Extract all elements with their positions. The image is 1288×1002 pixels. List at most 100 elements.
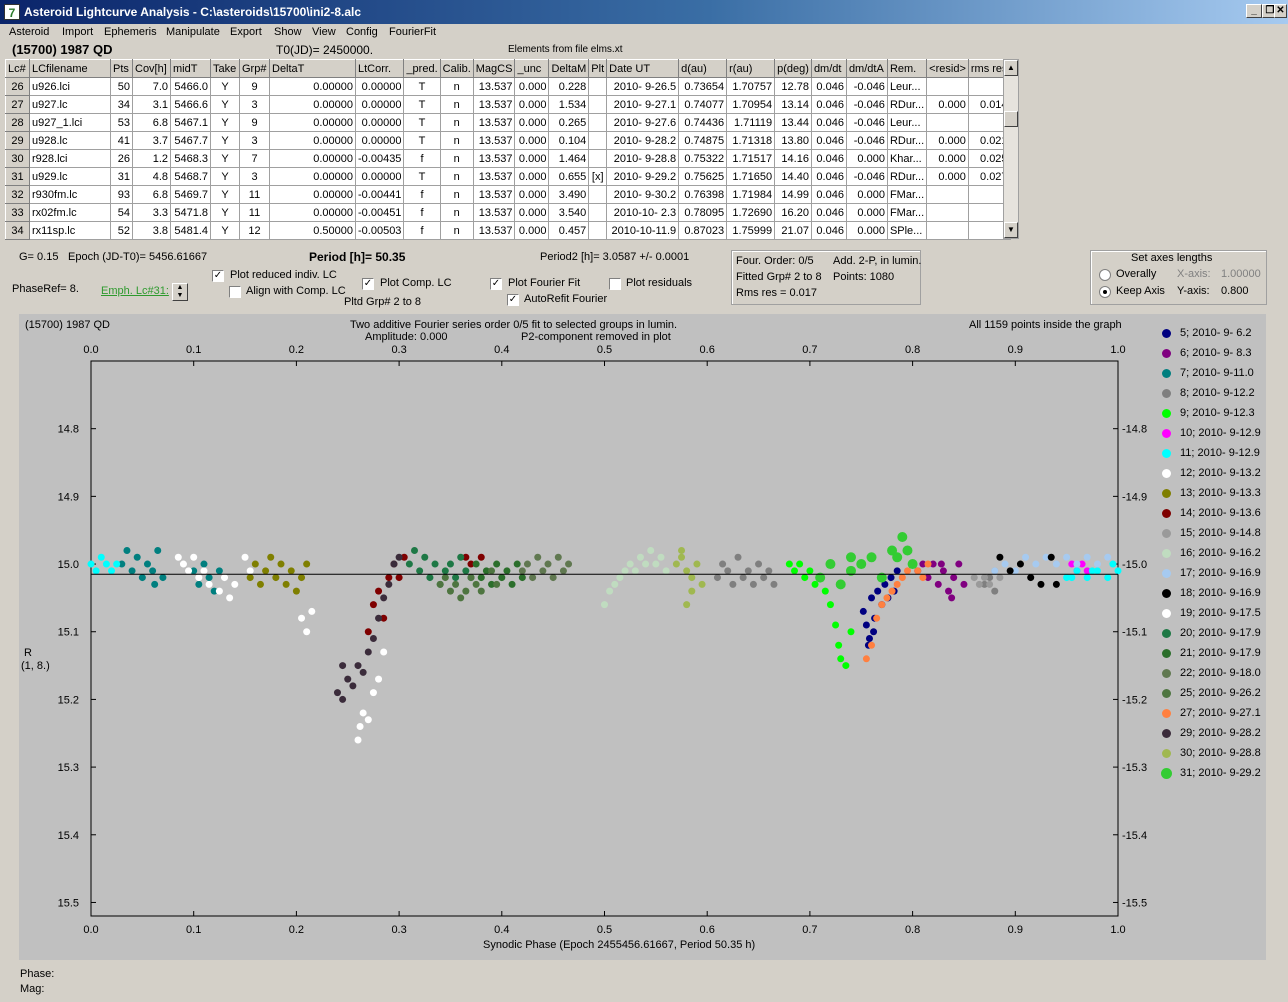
legend-label: 19; 2010- 9-17.5 — [1180, 607, 1261, 619]
legend-label: 14; 2010- 9-13.6 — [1180, 507, 1261, 519]
x-tick-label-bottom: 1.0 — [1110, 924, 1125, 936]
y-tick-label-right: -15.4 — [1122, 830, 1147, 842]
data-point — [785, 560, 793, 568]
data-point — [452, 574, 460, 582]
legend-marker — [1162, 569, 1171, 578]
data-point — [621, 567, 629, 575]
legend-marker — [1162, 509, 1171, 518]
data-point — [215, 587, 223, 595]
data-point — [277, 560, 285, 568]
data-point — [452, 580, 460, 588]
legend-marker — [1162, 389, 1171, 398]
legend-label: 18; 2010- 9-16.9 — [1180, 587, 1261, 599]
data-point — [790, 567, 798, 575]
data-point — [523, 560, 531, 568]
data-point — [200, 567, 208, 575]
legend-label: 16; 2010- 9-16.2 — [1180, 547, 1261, 559]
data-point — [441, 567, 449, 575]
y-tick-label-right: -15.1 — [1122, 627, 1147, 639]
data-point — [616, 574, 624, 582]
data-point — [878, 601, 886, 609]
legend-marker — [1162, 329, 1171, 338]
legend-label: 25; 2010- 9-26.2 — [1180, 687, 1261, 699]
data-point — [159, 574, 167, 582]
data-point — [1052, 560, 1060, 568]
phase-readout: Phase: — [20, 968, 55, 980]
x-tick-label-bottom: 0.3 — [391, 924, 406, 936]
data-point — [457, 594, 465, 602]
legend-marker — [1162, 629, 1171, 638]
legend-label: 12; 2010- 9-13.2 — [1180, 467, 1261, 479]
x-tick-label-bottom: 0.9 — [1008, 924, 1023, 936]
y-tick-label-right: -15.2 — [1122, 694, 1147, 706]
data-point — [364, 628, 372, 636]
data-point — [200, 560, 208, 568]
data-point — [688, 574, 696, 582]
data-point — [385, 580, 393, 588]
data-point — [611, 580, 619, 588]
data-point — [1052, 580, 1060, 588]
data-point — [498, 574, 506, 582]
data-point — [801, 574, 809, 582]
x-tick-label-bottom: 0.7 — [802, 924, 817, 936]
x-tick-label-bottom: 0.8 — [905, 924, 920, 936]
data-point — [806, 567, 814, 575]
data-point — [354, 662, 362, 670]
data-point — [1073, 560, 1081, 568]
legend-marker — [1162, 669, 1171, 678]
x-tick-label-top: 0.3 — [391, 344, 406, 356]
data-point — [856, 559, 867, 570]
data-point — [256, 580, 264, 588]
data-point — [467, 574, 475, 582]
data-point — [986, 580, 994, 588]
y-tick-label-left: 15.2 — [58, 694, 79, 706]
legend-label: 11; 2010- 9-12.9 — [1180, 447, 1260, 459]
data-point — [868, 594, 876, 602]
data-point — [292, 587, 300, 595]
data-point — [195, 580, 203, 588]
data-point — [441, 574, 449, 582]
data-point — [174, 553, 182, 561]
data-point — [698, 580, 706, 588]
legend-marker — [1162, 609, 1171, 618]
data-point — [832, 621, 840, 629]
data-point — [339, 662, 347, 670]
data-point — [267, 553, 275, 561]
data-point — [1016, 560, 1024, 568]
legend-marker — [1162, 649, 1171, 658]
data-point — [375, 587, 383, 595]
x-tick-label-bottom: 0.4 — [494, 924, 509, 936]
data-point — [760, 574, 768, 582]
data-point — [1027, 574, 1035, 582]
data-point — [333, 689, 341, 697]
data-point — [113, 560, 121, 568]
data-point — [251, 560, 259, 568]
data-point — [385, 574, 393, 582]
legend-label: 6; 2010- 9- 8.3 — [1180, 347, 1252, 359]
legend-label: 7; 2010- 9-11.0 — [1180, 367, 1254, 379]
data-point — [1001, 560, 1009, 568]
data-point — [477, 574, 485, 582]
legend-label: 27; 2010- 9-27.1 — [1180, 707, 1261, 719]
data-point — [303, 560, 311, 568]
data-point — [955, 560, 963, 568]
data-point — [868, 641, 876, 649]
data-point — [298, 614, 306, 622]
data-point — [770, 580, 778, 588]
data-point — [678, 553, 686, 561]
data-point — [734, 553, 742, 561]
data-point — [205, 574, 213, 582]
data-point — [508, 580, 516, 588]
legend-marker — [1162, 369, 1171, 378]
data-point — [1104, 553, 1112, 561]
data-point — [369, 601, 377, 609]
data-point — [678, 547, 686, 555]
legend-label: 29; 2010- 9-28.2 — [1180, 727, 1261, 739]
data-point — [539, 567, 547, 575]
data-point — [446, 587, 454, 595]
data-point — [472, 560, 480, 568]
lightcurve-chart[interactable]: 0.0 0.0 0.1 0.1 0.2 0.2 0.3 0.3 0.4 0.4 0.5 0.5 0.6 0… — [0, 0, 1288, 1002]
x-tick-label-bottom: 0.0 — [83, 924, 98, 936]
data-point — [359, 668, 367, 676]
data-point — [138, 574, 146, 582]
